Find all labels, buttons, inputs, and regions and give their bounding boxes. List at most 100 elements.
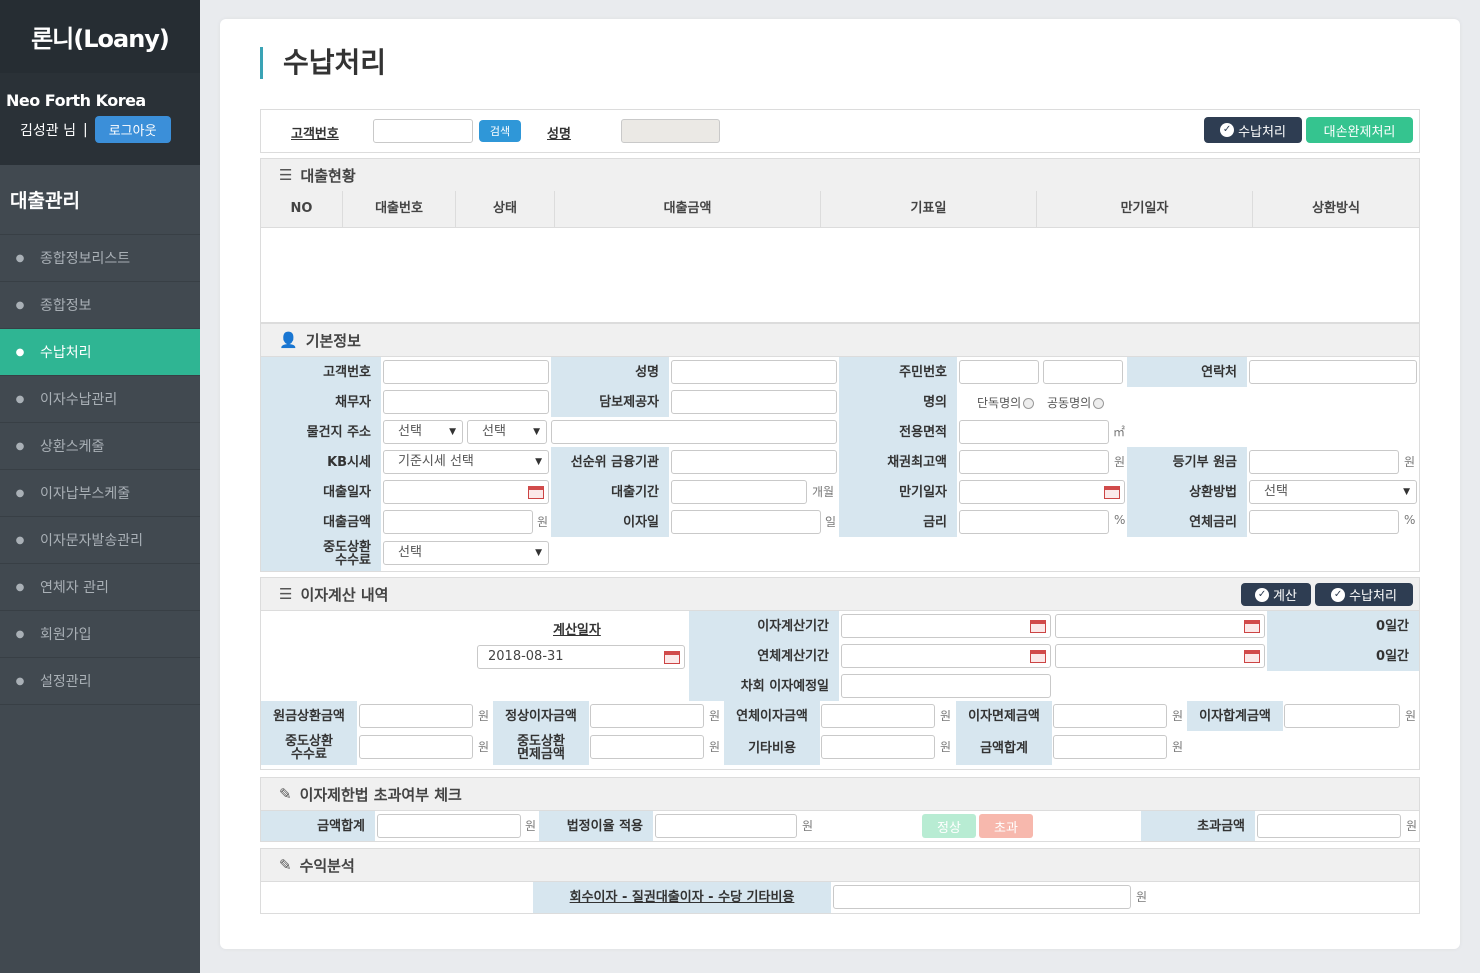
- other-cost-field[interactable]: [821, 735, 935, 759]
- dropdown-arrow-icon: ▼: [535, 548, 542, 558]
- sidebar-item-summary[interactable]: ● 종합정보: [0, 282, 200, 329]
- logout-button[interactable]: 로그아웃: [94, 116, 171, 143]
- writeoff-button[interactable]: 대손완제처리: [1306, 117, 1413, 143]
- single-owner-option[interactable]: 단독명의: [977, 394, 1035, 411]
- calc-date-label[interactable]: 계산일자: [553, 619, 601, 638]
- exceed-amount-field[interactable]: [1257, 814, 1401, 838]
- calendar-icon[interactable]: [664, 651, 680, 664]
- customer-no-input[interactable]: [373, 119, 473, 143]
- user-name: 김성관 님: [20, 122, 76, 139]
- maturity-date-field[interactable]: [959, 480, 1125, 504]
- interest-period-end[interactable]: [1055, 614, 1265, 638]
- address-district-select[interactable]: 선택 ▼: [467, 420, 547, 444]
- calc-button[interactable]: ✓ 계산: [1241, 583, 1311, 606]
- address-detail-field[interactable]: [551, 420, 837, 444]
- prepay-fee-select[interactable]: 선택 ▼: [383, 541, 549, 565]
- sidebar-item-label: 상환스케줄: [40, 439, 105, 455]
- bullet-icon: ●: [15, 628, 25, 640]
- calendar-icon[interactable]: [1244, 650, 1260, 663]
- pay-button[interactable]: ✓ 수납처리: [1204, 117, 1302, 143]
- unit-month: 개월: [812, 485, 835, 499]
- interest-day-field[interactable]: [671, 510, 821, 534]
- customer-no-label[interactable]: 고객번호: [291, 123, 339, 142]
- joint-owner-radio[interactable]: [1093, 398, 1105, 409]
- sidebar-item-interest-collection[interactable]: ● 이자수납관리: [0, 376, 200, 423]
- normal-interest-field[interactable]: [590, 704, 704, 728]
- sidebar-item-overdue[interactable]: ● 연체자 관리: [0, 564, 200, 611]
- limit-amount-total-field[interactable]: [377, 814, 521, 838]
- label-rate: 금리: [839, 507, 957, 537]
- amount-total-field[interactable]: [1053, 735, 1167, 759]
- overdue-period-end[interactable]: [1055, 644, 1265, 668]
- pay-button-label: 수납처리: [1238, 124, 1286, 140]
- edit-icon: ✎: [279, 785, 292, 803]
- address-city-select[interactable]: 선택 ▼: [383, 420, 463, 444]
- debtor-field[interactable]: [383, 390, 549, 414]
- prepay-fee-field[interactable]: [359, 735, 473, 759]
- sidebar-item-payment[interactable]: ● 수납처리: [0, 329, 200, 376]
- sidebar-item-summary-list[interactable]: ● 종합정보리스트: [0, 235, 200, 282]
- interest-pay-button[interactable]: ✓ 수납처리: [1315, 583, 1413, 606]
- interest-exempt-field[interactable]: [1053, 704, 1167, 728]
- sidebar-item-label: 이자납부스케줄: [40, 486, 131, 502]
- principal-repay-field[interactable]: [359, 704, 473, 728]
- guarantor-field[interactable]: [671, 390, 837, 414]
- dropdown-arrow-icon: ▼: [535, 457, 542, 467]
- calendar-icon[interactable]: [528, 486, 544, 499]
- rate-field[interactable]: [959, 510, 1109, 534]
- label-overdue-interest: 연체이자금액: [724, 701, 820, 731]
- name-label[interactable]: 성명: [547, 123, 571, 142]
- customer-no-field[interactable]: [383, 360, 549, 384]
- kb-price-select[interactable]: 기준시세 선택 ▼: [383, 450, 549, 474]
- profit-header: ✎ 수익분석: [260, 848, 1420, 882]
- senior-lender-field[interactable]: [671, 450, 837, 474]
- registry-principal-field[interactable]: [1249, 450, 1399, 474]
- profit-field[interactable]: [833, 885, 1131, 909]
- overdue-period-start[interactable]: [841, 644, 1051, 668]
- area-field[interactable]: [959, 420, 1109, 444]
- calc-button-label: 계산: [1273, 589, 1297, 604]
- label-overdue-rate: 연체금리: [1127, 507, 1247, 537]
- legal-rate-field[interactable]: [655, 814, 797, 838]
- sidebar-item-sms[interactable]: ● 이자문자발송관리: [0, 517, 200, 564]
- dropdown-arrow-icon: ▼: [533, 427, 540, 437]
- resident-no-field-1[interactable]: [959, 360, 1039, 384]
- col-maturity: 만기일자: [1037, 191, 1253, 227]
- basic-info-header: 👤 기본정보: [260, 323, 1420, 357]
- overdue-interest-field[interactable]: [821, 704, 935, 728]
- check-circle-icon: ✓: [1331, 587, 1346, 602]
- calendar-icon[interactable]: [1104, 486, 1120, 499]
- name-field[interactable]: [671, 360, 837, 384]
- overdue-rate-field[interactable]: [1249, 510, 1399, 534]
- prepay-exempt-field[interactable]: [590, 735, 704, 759]
- loan-date-field[interactable]: [383, 480, 549, 504]
- interest-total-field[interactable]: [1284, 704, 1400, 728]
- sidebar-item-label: 연체자 관리: [40, 580, 109, 596]
- sidebar-item-signup[interactable]: ● 회원가입: [0, 611, 200, 658]
- check-circle-icon: ✓: [1220, 123, 1235, 137]
- sidebar-item-repay-schedule[interactable]: ● 상환스케줄: [0, 423, 200, 470]
- calc-date-value: 2018-08-31: [488, 649, 564, 664]
- joint-owner-option[interactable]: 공동명의: [1047, 394, 1105, 411]
- label-kb-price: KB시세: [261, 447, 381, 477]
- label-interest-day: 이자일: [551, 507, 669, 537]
- interest-period-start[interactable]: [841, 614, 1051, 638]
- contact-field[interactable]: [1249, 360, 1417, 384]
- calendar-icon[interactable]: [1244, 620, 1260, 633]
- max-claim-field[interactable]: [959, 450, 1109, 474]
- address-city-value: 선택: [398, 424, 422, 439]
- sidebar-item-settings[interactable]: ● 설정관리: [0, 658, 200, 705]
- calendar-icon[interactable]: [1030, 620, 1046, 633]
- repay-method-select[interactable]: 선택 ▼: [1249, 480, 1417, 504]
- calc-date-field[interactable]: 2018-08-31: [477, 645, 685, 669]
- resident-no-field-2[interactable]: [1043, 360, 1123, 384]
- loan-amount-field[interactable]: [383, 510, 533, 534]
- search-button[interactable]: 검색: [479, 120, 521, 142]
- loan-period-field[interactable]: [671, 480, 807, 504]
- next-interest-field[interactable]: [841, 674, 1051, 698]
- sidebar-item-label: 이자문자발송관리: [40, 533, 144, 549]
- calendar-icon[interactable]: [1030, 650, 1046, 663]
- label-prepay-fee-line2: 수수료: [335, 553, 371, 568]
- single-owner-radio[interactable]: [1023, 398, 1035, 409]
- sidebar-item-interest-schedule[interactable]: ● 이자납부스케줄: [0, 470, 200, 517]
